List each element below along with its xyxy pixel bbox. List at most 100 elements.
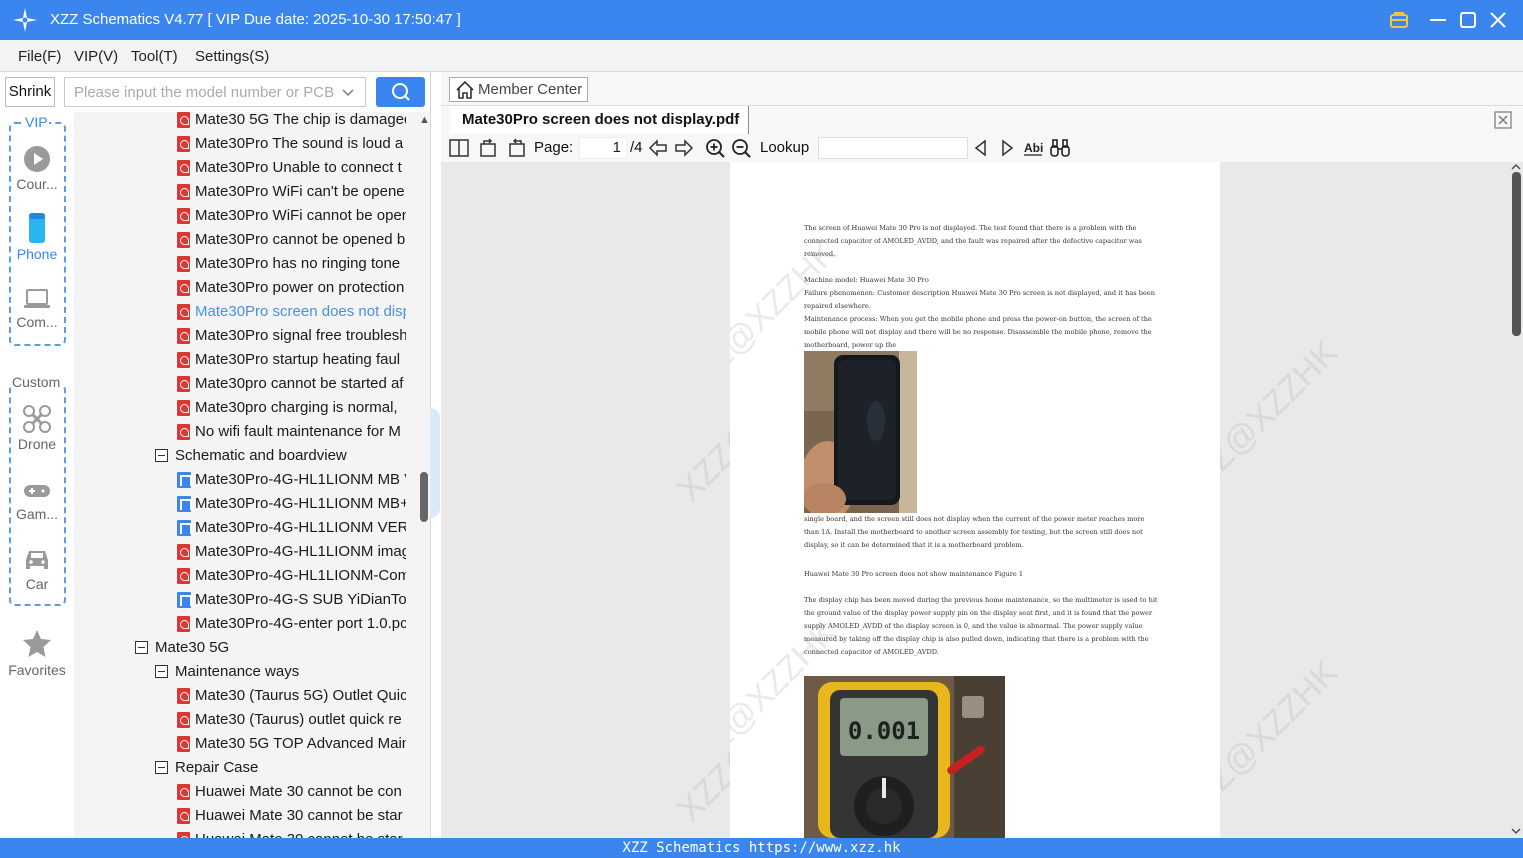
tree-item-label: Mate30 5G TOP Advanced Main: [195, 735, 406, 752]
collapse-icon[interactable]: [155, 761, 168, 774]
tree-item[interactable]: Mate30Pro WiFi can't be opene: [74, 180, 406, 204]
rotate-left-icon[interactable]: [478, 137, 500, 159]
zoom-out-icon[interactable]: [730, 137, 752, 159]
tree-item-label: Mate30Pro signal free troublesh: [195, 327, 406, 344]
sidebar-item-computer[interactable]: Com...: [0, 286, 74, 330]
sidebar-item-games[interactable]: Gam...: [0, 478, 74, 522]
menu-vip[interactable]: VIP(V): [74, 48, 118, 65]
tree-item-label: Mate30Pro-4G-enter port 1.0.pc: [195, 615, 406, 632]
find-previous-icon[interactable]: [970, 137, 992, 159]
collapse-icon[interactable]: [135, 641, 148, 654]
tree-item[interactable]: Mate30Pro The sound is loud a: [74, 132, 406, 156]
tree-item[interactable]: Mate30Pro-4G-HL1LIONM-Com: [74, 564, 406, 588]
menu-file[interactable]: File(F): [18, 48, 61, 65]
collapse-icon[interactable]: [155, 449, 168, 462]
vip-bag-icon[interactable]: [1387, 8, 1411, 32]
tree-item[interactable]: Huawei Mate 30 cannot be star: [74, 804, 406, 828]
tree-item-label: Mate30Pro-4G-HL1LIONM VER.: [195, 519, 406, 536]
tree-item[interactable]: Huawei Mate 30 cannot be star: [74, 828, 406, 838]
collapse-icon[interactable]: [155, 665, 168, 678]
tree-item[interactable]: Mate30Pro startup heating faul: [74, 348, 406, 372]
tree-scroll-up-icon[interactable]: ▲: [419, 114, 430, 126]
tree-item[interactable]: Mate30pro charging is normal,: [74, 396, 406, 420]
tree-item[interactable]: Mate30Pro WiFi cannot be open: [74, 204, 406, 228]
tree-item[interactable]: Mate30Pro-4G-enter port 1.0.pc: [74, 612, 406, 636]
viewer-scrollbar[interactable]: [1512, 172, 1521, 336]
tree-item[interactable]: Mate30Pro-4G-S SUB YiDianTon: [74, 588, 406, 612]
tree-item-label: Mate30 5G The chip is damaged: [195, 112, 406, 128]
tree-folder[interactable]: Mate30 5G: [74, 636, 406, 660]
close-tab-icon[interactable]: [1494, 111, 1512, 129]
chevron-down-icon[interactable]: [341, 86, 355, 100]
pdf-file-icon: [177, 160, 190, 176]
shrink-button[interactable]: Shrink: [5, 77, 55, 107]
two-page-view-icon[interactable]: [448, 137, 470, 159]
find-next-icon[interactable]: [996, 137, 1018, 159]
sidebar-item-drone[interactable]: Drone: [0, 404, 74, 452]
zoom-in-icon[interactable]: [704, 137, 726, 159]
minimize-icon[interactable]: [1426, 8, 1450, 32]
pdf-file-icon: [177, 112, 190, 128]
status-bar: XZZ Schematics https://www.xzz.hk: [0, 838, 1523, 858]
close-icon[interactable]: [1486, 8, 1510, 32]
tree-item[interactable]: Mate30Pro-4G-HL1LIONM MB V: [74, 468, 406, 492]
tree-item-label: Mate30pro charging is normal,: [195, 399, 398, 416]
tree-item[interactable]: Mate30Pro power on protection: [74, 276, 406, 300]
tree-item[interactable]: Mate30 5G The chip is damaged: [74, 112, 406, 132]
document-tab[interactable]: Mate30Pro screen does not display.pdf: [450, 106, 749, 134]
tree-item[interactable]: Mate30Pro has no ringing tone: [74, 252, 406, 276]
tree-item[interactable]: No wifi fault maintenance for M: [74, 420, 406, 444]
tree-item[interactable]: Mate30Pro-4G-HL1LIONM MB+: [74, 492, 406, 516]
menu-settings[interactable]: Settings(S): [195, 48, 269, 65]
maximize-icon[interactable]: [1456, 8, 1480, 32]
member-bar: [441, 72, 1523, 106]
viewer-scroll-down-icon[interactable]: [1511, 826, 1521, 836]
sidebar-item-car[interactable]: Car: [0, 544, 74, 592]
tree-scrollbar[interactable]: [420, 472, 428, 522]
tree-item[interactable]: Huawei Mate 30 cannot be con: [74, 780, 406, 804]
rotate-right-icon[interactable]: [505, 137, 527, 159]
tree-item-label: Repair Case: [175, 759, 259, 776]
page-number-input[interactable]: 1: [579, 137, 627, 159]
menu-tool[interactable]: Tool(T): [131, 48, 178, 65]
tree-item-label: No wifi fault maintenance for M: [195, 423, 401, 440]
lookup-input[interactable]: [818, 137, 968, 159]
tree-folder[interactable]: Repair Case: [74, 756, 406, 780]
tree-item[interactable]: Mate30Pro cannot be opened b: [74, 228, 406, 252]
tree-item[interactable]: Mate30 (Taurus 5G) Outlet Quic: [74, 684, 406, 708]
tree-item[interactable]: Mate30Pro-4G-HL1LIONM imag: [74, 540, 406, 564]
tree-folder[interactable]: Schematic and boardview: [74, 444, 406, 468]
tree-item-label: Mate30Pro-4G-HL1LIONM-Com: [195, 567, 406, 584]
binoculars-icon[interactable]: [1049, 137, 1071, 159]
tree-item[interactable]: Mate30Pro screen does not disp: [74, 300, 406, 324]
tree-item[interactable]: Mate30pro cannot be started af: [74, 372, 406, 396]
previous-page-arrow-icon[interactable]: [647, 137, 669, 159]
tree-folder[interactable]: Maintenance ways: [74, 660, 406, 684]
search-button[interactable]: [376, 77, 425, 107]
tree-item-label: Mate30 (Taurus 5G) Outlet Quic: [195, 687, 406, 704]
phone-photo: [804, 351, 917, 513]
tree-item[interactable]: Mate30 5G TOP Advanced Main: [74, 732, 406, 756]
document-tab-title: Mate30Pro screen does not display.pdf: [462, 111, 740, 128]
sidebar-item-label: Favorites: [8, 662, 66, 678]
tree-item-label: Mate30Pro has no ringing tone: [195, 255, 401, 272]
pdf-file-icon: [177, 808, 190, 824]
pdf-file-icon: [177, 616, 190, 632]
sidebar-item-phone[interactable]: Phone: [0, 212, 74, 262]
tree-item-label: Huawei Mate 30 cannot be star: [195, 828, 403, 838]
splitter-handle[interactable]: [430, 408, 440, 518]
sidebar-item-courses[interactable]: Cour...: [0, 144, 74, 192]
tree-item[interactable]: Mate30 (Taurus) outlet quick re: [74, 708, 406, 732]
tree-item[interactable]: Mate30Pro signal free troublesh: [74, 324, 406, 348]
next-page-arrow-icon[interactable]: [673, 137, 695, 159]
match-case-icon[interactable]: Abi: [1022, 137, 1044, 159]
viewer-scroll-up-icon[interactable]: [1511, 162, 1521, 172]
member-center-button[interactable]: Member Center: [449, 77, 588, 102]
model-search-input[interactable]: Please input the model number or PCB: [64, 77, 366, 107]
tree-item[interactable]: Mate30Pro Unable to connect t: [74, 156, 406, 180]
schematic-file-icon: [177, 520, 192, 536]
sidebar-item-favorites[interactable]: Favorites: [0, 628, 74, 678]
doc-paragraph: Machine model: Huawei Mate 30 Pro Failur…: [804, 276, 1156, 349]
tree-item[interactable]: Mate30Pro-4G-HL1LIONM VER.: [74, 516, 406, 540]
tree-item-label: Schematic and boardview: [175, 447, 347, 464]
